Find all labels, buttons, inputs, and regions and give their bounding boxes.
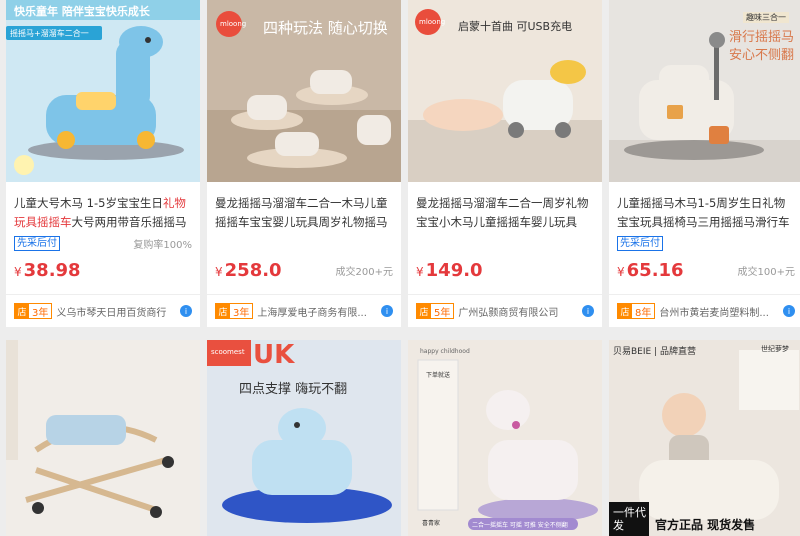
pay-later-badge: 先采后付 [14,235,60,251]
image-tag: 摇摇马+溜溜车二合一 [10,29,89,38]
image-headline: 快乐童年 陪伴宝宝快乐成长 [14,5,150,18]
product-card[interactable]: 贝易BEIE | 品牌直营 世纪萝梦 一件代发 官方正品 现货发售 [609,340,800,536]
shop-icon: 店 [417,304,431,318]
price: ¥38.98 [14,259,81,281]
shop-years-badge: 店 3年 [14,303,53,319]
chat-icon[interactable]: i [180,305,192,317]
sales-stat: 成交200+元 [335,266,393,278]
image-left-label: 一件代发 [613,506,646,532]
product-card[interactable]: mloong 启蒙十首曲 可USB充电 曼龙摇摇马溜溜车二合一周岁礼物宝宝小木马… [408,0,602,327]
product-card[interactable]: happy childhood 下单就送 喜青家 二合一摇摇车 可摇 可推 安全… [408,340,602,536]
brand-logo: mloong [419,18,446,26]
product-title[interactable]: 曼龙摇摇马溜溜车二合一周岁礼物宝宝小木马儿童摇摇车婴儿玩具 [408,182,602,232]
product-image[interactable]: 趣味三合一 滑行摇摇马 安心不侧翻 [609,0,800,182]
shop-name[interactable]: 广州弘颢商贸有限公司 [458,304,578,319]
brand-logo: 贝易BEIE | 品牌直营 [613,347,696,357]
gift-label: 下单就送 [426,372,451,379]
price: ¥258.0 [215,259,282,281]
brand-mark: UK [253,340,295,370]
brand-logo: scoomest [211,348,245,356]
price: ¥65.16 [617,259,684,281]
shop-years-badge: 店 8年 [617,303,656,319]
shop-name[interactable]: 台州市黄岩麦尚塑料制... [659,304,779,319]
image-headline: 启蒙十首曲 可USB充电 [458,20,573,33]
product-card[interactable]: mloong 四种玩法 随心切换 曼龙摇摇马溜溜车二合一木马儿童摇摇车宝宝婴儿玩… [207,0,401,327]
shop-years-badge: 店 3年 [215,303,254,319]
image-tag: 世纪萝梦 [761,345,789,353]
shop-icon: 店 [15,304,29,318]
shop-name[interactable]: 义乌市琴天日用百货商行 [56,304,176,319]
brand-corner: 喜青家 [422,520,441,527]
sales-stat: 复购率100% [133,239,192,251]
product-grid: 快乐童年 陪伴宝宝快乐成长 摇摇马+溜溜车二合一 儿童大号木马 1-5岁宝宝生日… [0,0,800,536]
product-title[interactable]: 曼龙摇摇马溜溜车二合一木马儿童摇摇车宝宝婴儿玩具周岁礼物摇马 [207,182,401,232]
product-image[interactable]: 快乐童年 陪伴宝宝快乐成长 摇摇马+溜溜车二合一 [6,0,200,182]
product-image[interactable]: happy childhood 下单就送 喜青家 二合一摇摇车 可摇 可推 安全… [408,340,602,536]
brand-logo: mloong [220,20,247,28]
shop-row[interactable]: 店 8年 台州市黄岩麦尚塑料制... i [609,294,800,327]
shop-row[interactable]: 店 5年 广州弘颢商贸有限公司 i [408,294,602,327]
shop-name[interactable]: 上海厚爱电子商务有限... [257,304,377,319]
image-headline: 四种玩法 随心切换 [263,19,388,37]
image-caption: 二合一摇摇车 可摇 可推 安全不侧翻 [472,522,568,529]
image-headline: 四点支撑 嗨玩不翻 [239,382,348,397]
shop-years-badge: 店 5年 [416,303,455,319]
product-card[interactable]: scoomest UK 四点支撑 嗨玩不翻 [207,340,401,536]
image-tag: 趣味三合一 [743,12,789,23]
product-card[interactable] [6,340,200,536]
chat-icon[interactable]: i [381,305,393,317]
shop-row[interactable]: 店 3年 上海厚爱电子商务有限... i [207,294,401,327]
product-card[interactable]: 快乐童年 陪伴宝宝快乐成长 摇摇马+溜溜车二合一 儿童大号木马 1-5岁宝宝生日… [6,0,200,327]
sales-stat: 成交100+元 [737,266,795,278]
product-image[interactable]: 贝易BEIE | 品牌直营 世纪萝梦 一件代发 官方正品 现货发售 [609,340,800,536]
price: ¥149.0 [416,259,483,281]
product-title[interactable]: 儿童大号木马 1-5岁宝宝生日礼物玩具摇摇车大号两用带音乐摇摇马 [6,182,200,232]
chat-icon[interactable]: i [783,305,795,317]
image-right-label: 官方正品 现货发售 [655,518,756,532]
product-image[interactable]: scoomest UK 四点支撑 嗨玩不翻 [207,340,401,536]
chat-icon[interactable]: i [582,305,594,317]
product-card[interactable]: 趣味三合一 滑行摇摇马 安心不侧翻 儿童摇摇马木马1-5周岁生日礼物宝宝玩具摇椅… [609,0,800,327]
shop-icon: 店 [216,304,230,318]
pay-later-badge: 先采后付 [617,235,663,251]
image-headline: 滑行摇摇马 [729,30,795,45]
product-title[interactable]: 儿童摇摇马木马1-5周岁生日礼物宝宝玩具摇椅马三用摇摇马滑行车 [609,182,800,232]
image-subheadline: 安心不侧翻 [729,48,795,63]
product-image[interactable]: mloong 启蒙十首曲 可USB充电 [408,0,602,182]
shop-row[interactable]: 店 3年 义乌市琴天日用百货商行 i [6,294,200,327]
product-image[interactable] [6,340,200,536]
image-tag: happy childhood [420,348,470,355]
product-image[interactable]: mloong 四种玩法 随心切换 [207,0,401,182]
shop-icon: 店 [618,304,632,318]
